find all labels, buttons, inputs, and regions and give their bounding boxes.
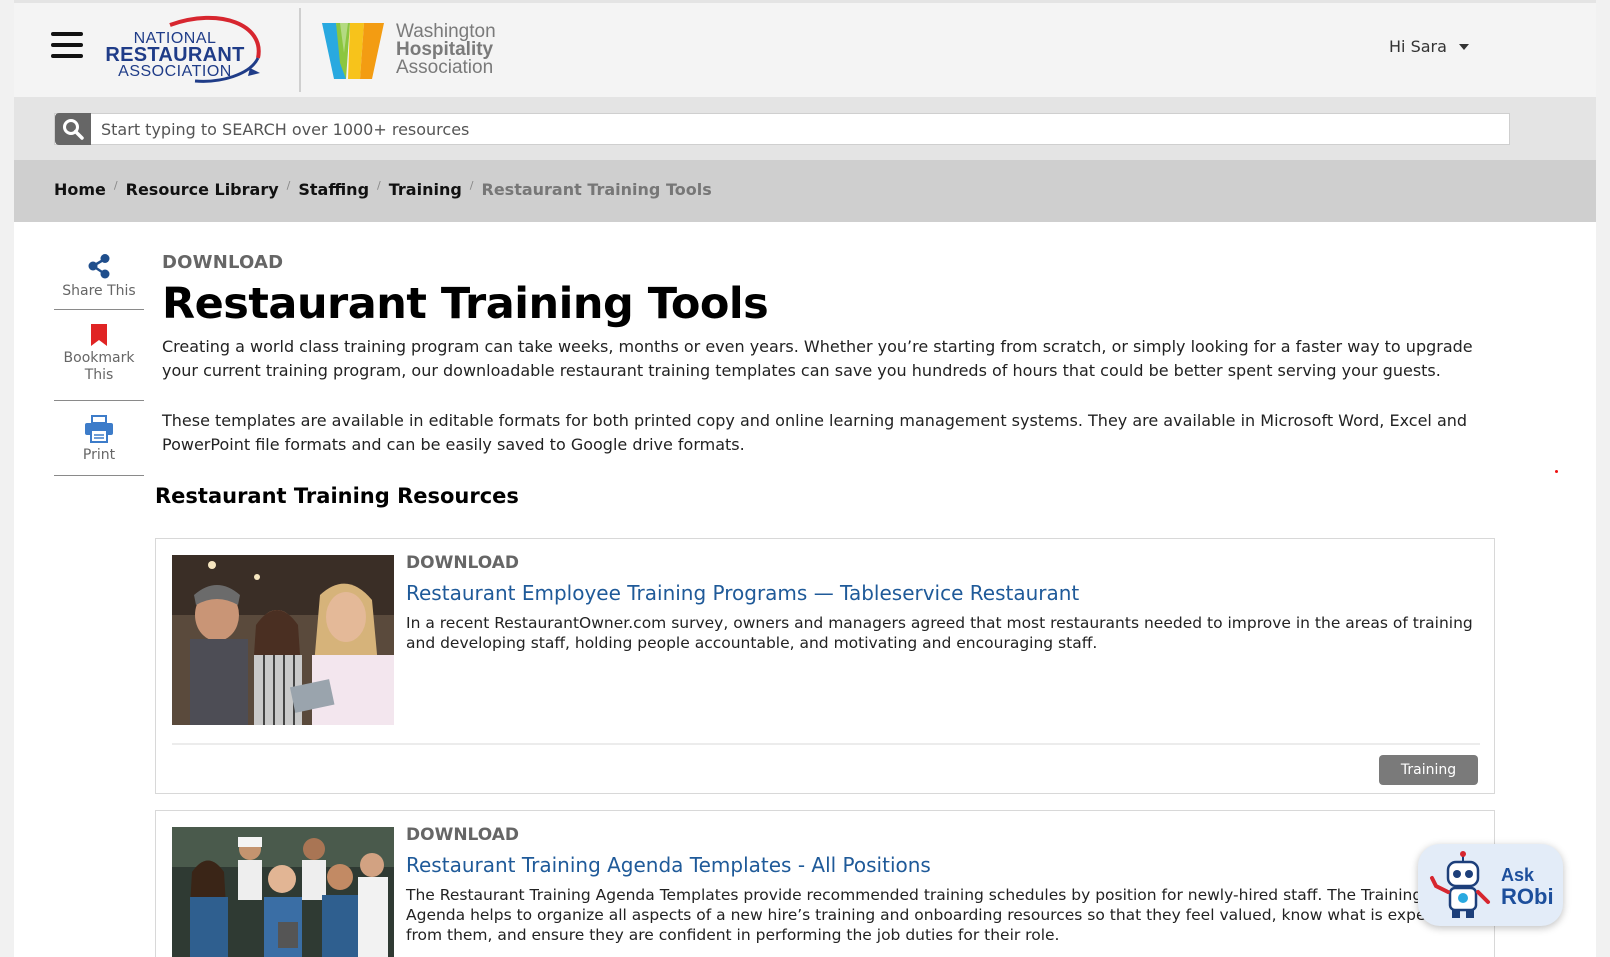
print-label: Print (82, 447, 116, 463)
resource-title-link[interactable]: Restaurant Employee Training Programs — … (406, 581, 1476, 605)
resource-description: The Restaurant Training Agenda Templates… (406, 886, 1460, 944)
bookmark-label-line1: Bookmark (63, 350, 135, 366)
resource-card: DOWNLOAD Restaurant Employee Training Pr… (155, 538, 1495, 794)
breadcrumb-current: Restaurant Training Tools (481, 180, 712, 199)
intro-paragraph-2: These templates are available in editabl… (162, 411, 1468, 454)
caret-down-icon (1458, 43, 1469, 50)
page-gutter-right (1596, 0, 1610, 957)
section-heading: Restaurant Training Resources (155, 484, 519, 508)
user-greeting: Hi Sara (1389, 37, 1447, 56)
print-icon (85, 415, 113, 443)
bookmark-icon (91, 324, 107, 346)
share-button[interactable]: Share This (54, 247, 144, 310)
logo-divider (299, 8, 301, 92)
national-restaurant-association-logo[interactable]: NATIONAL RESTAURANT ASSOCIATION (100, 13, 280, 89)
print-button[interactable]: Print (54, 401, 144, 476)
breadcrumb-separator: / (113, 179, 118, 192)
search-icon (63, 119, 84, 140)
bookmark-button[interactable]: Bookmark This (54, 310, 144, 401)
intro-text: Creating a world class training program … (162, 335, 1492, 457)
main-content: DOWNLOAD Restaurant Training Tools Creat… (162, 252, 1492, 483)
resource-description: In a recent RestaurantOwner.com survey, … (406, 614, 1473, 652)
resource-type-label: DOWNLOAD (406, 553, 520, 573)
search-input[interactable] (101, 114, 1501, 144)
breadcrumb-training[interactable]: Training (389, 180, 462, 199)
search-band (14, 97, 1596, 160)
staff-photo-image (172, 555, 394, 725)
breadcrumb-home[interactable]: Home (54, 180, 106, 199)
training-tag-button[interactable]: Training (1379, 755, 1478, 785)
card-divider (172, 743, 1480, 745)
resource-title-link[interactable]: Restaurant Training Agenda Templates - A… (406, 853, 1476, 877)
page-gutter-left (0, 0, 14, 957)
breadcrumb-staffing[interactable]: Staffing (298, 180, 369, 199)
resource-card-body: DOWNLOAD Restaurant Training Agenda Temp… (406, 825, 1476, 945)
breadcrumb-separator: / (469, 179, 474, 192)
share-icon (88, 254, 110, 279)
stray-dot (1555, 470, 1558, 473)
breadcrumb-band: Home / Resource Library / Staffing / Tra… (14, 160, 1596, 222)
search-box (54, 113, 1510, 145)
resource-type-label: DOWNLOAD (406, 825, 520, 845)
breadcrumb-separator: / (286, 179, 291, 192)
breadcrumb-resource-library[interactable]: Resource Library (126, 180, 279, 199)
page-title: Restaurant Training Tools (162, 279, 769, 329)
content-type-label: DOWNLOAD (162, 252, 284, 273)
share-label: Share This (62, 283, 136, 299)
team-photo-image (172, 827, 394, 957)
side-actions: Share This Bookmark This Print (54, 247, 144, 476)
resource-thumbnail[interactable] (172, 555, 394, 725)
washington-hospitality-logo-icon[interactable] (322, 23, 384, 79)
wha-logo-line3: Association (396, 57, 494, 78)
ask-robi-label: Ask RObi (1501, 864, 1554, 908)
ask-robi-ask: Ask (1501, 865, 1535, 885)
intro-paragraph-1: Creating a world class training program … (162, 337, 1473, 380)
ask-robi-name: RObi (1501, 884, 1554, 909)
breadcrumb: Home / Resource Library / Staffing / Tra… (54, 179, 712, 199)
breadcrumb-separator: / (377, 179, 381, 192)
resource-card-body: DOWNLOAD Restaurant Employee Training Pr… (406, 553, 1476, 653)
search-button[interactable] (55, 113, 91, 145)
resource-card: DOWNLOAD Restaurant Training Agenda Temp… (155, 810, 1495, 957)
user-menu[interactable]: Hi Sara (1389, 37, 1469, 56)
wha-logo-text: Washington Hospitality Association (396, 22, 496, 78)
robot-icon (1430, 851, 1490, 918)
site-header: NATIONAL RESTAURANT ASSOCIATION Washingt… (14, 0, 1596, 97)
nra-logo-line3: ASSOCIATION (118, 63, 232, 80)
menu-icon[interactable] (51, 32, 83, 60)
resource-thumbnail[interactable] (172, 827, 394, 957)
ask-robi-chat-button[interactable]: Ask RObi (1418, 844, 1563, 926)
bookmark-label-line2: This (84, 367, 114, 383)
